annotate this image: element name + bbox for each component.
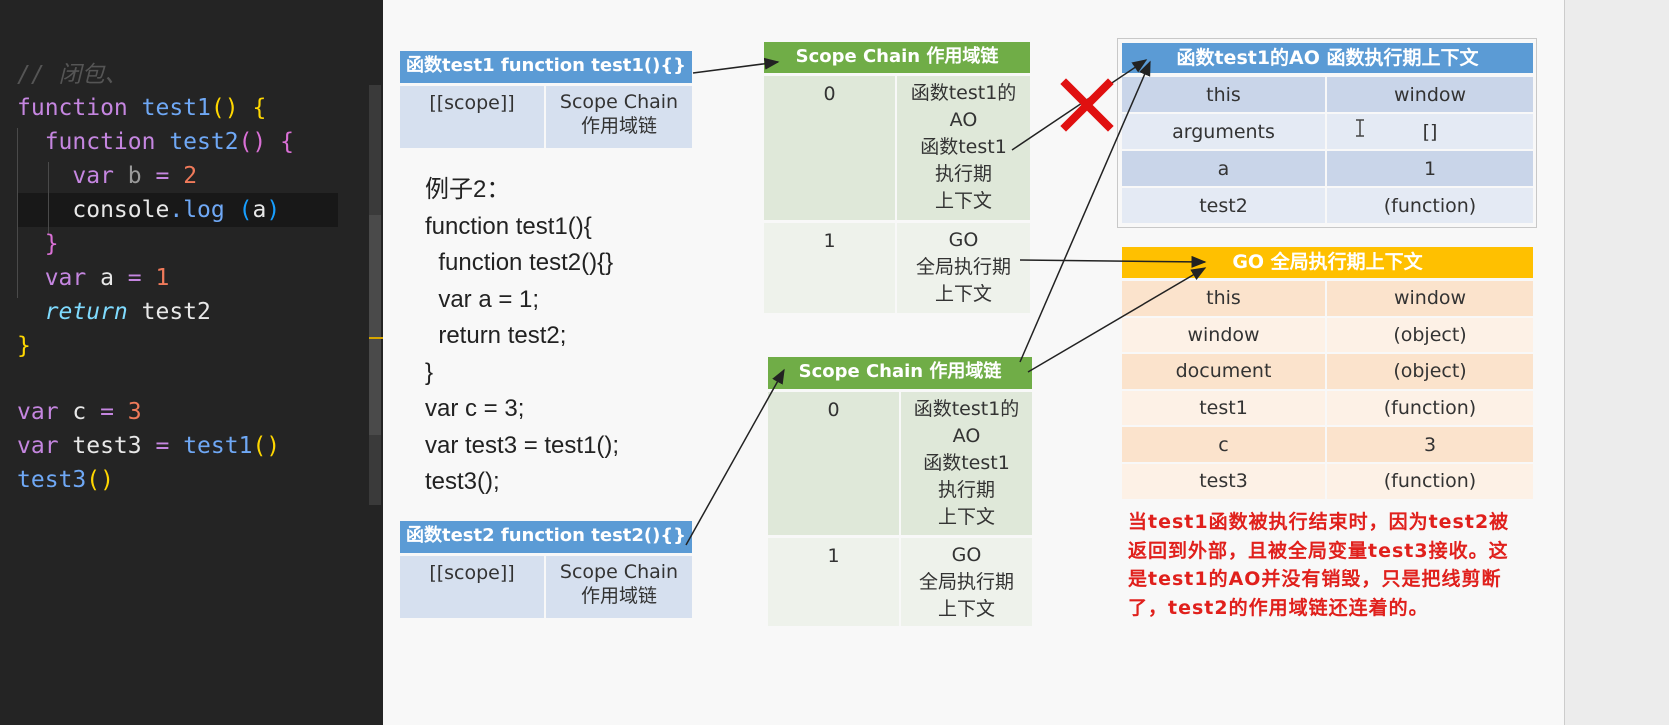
red-x-cut-icon bbox=[1060, 78, 1114, 132]
arrow-chain1-to-ao-cut bbox=[1011, 59, 1148, 151]
arrows-overlay bbox=[685, 57, 1364, 546]
arrow-chain1-to-go bbox=[1019, 255, 1207, 268]
arrow-test1-to-scope-chain bbox=[692, 57, 780, 74]
text-cursor-icon bbox=[1356, 119, 1364, 137]
arrow-test2-to-scope-chain bbox=[685, 368, 785, 546]
